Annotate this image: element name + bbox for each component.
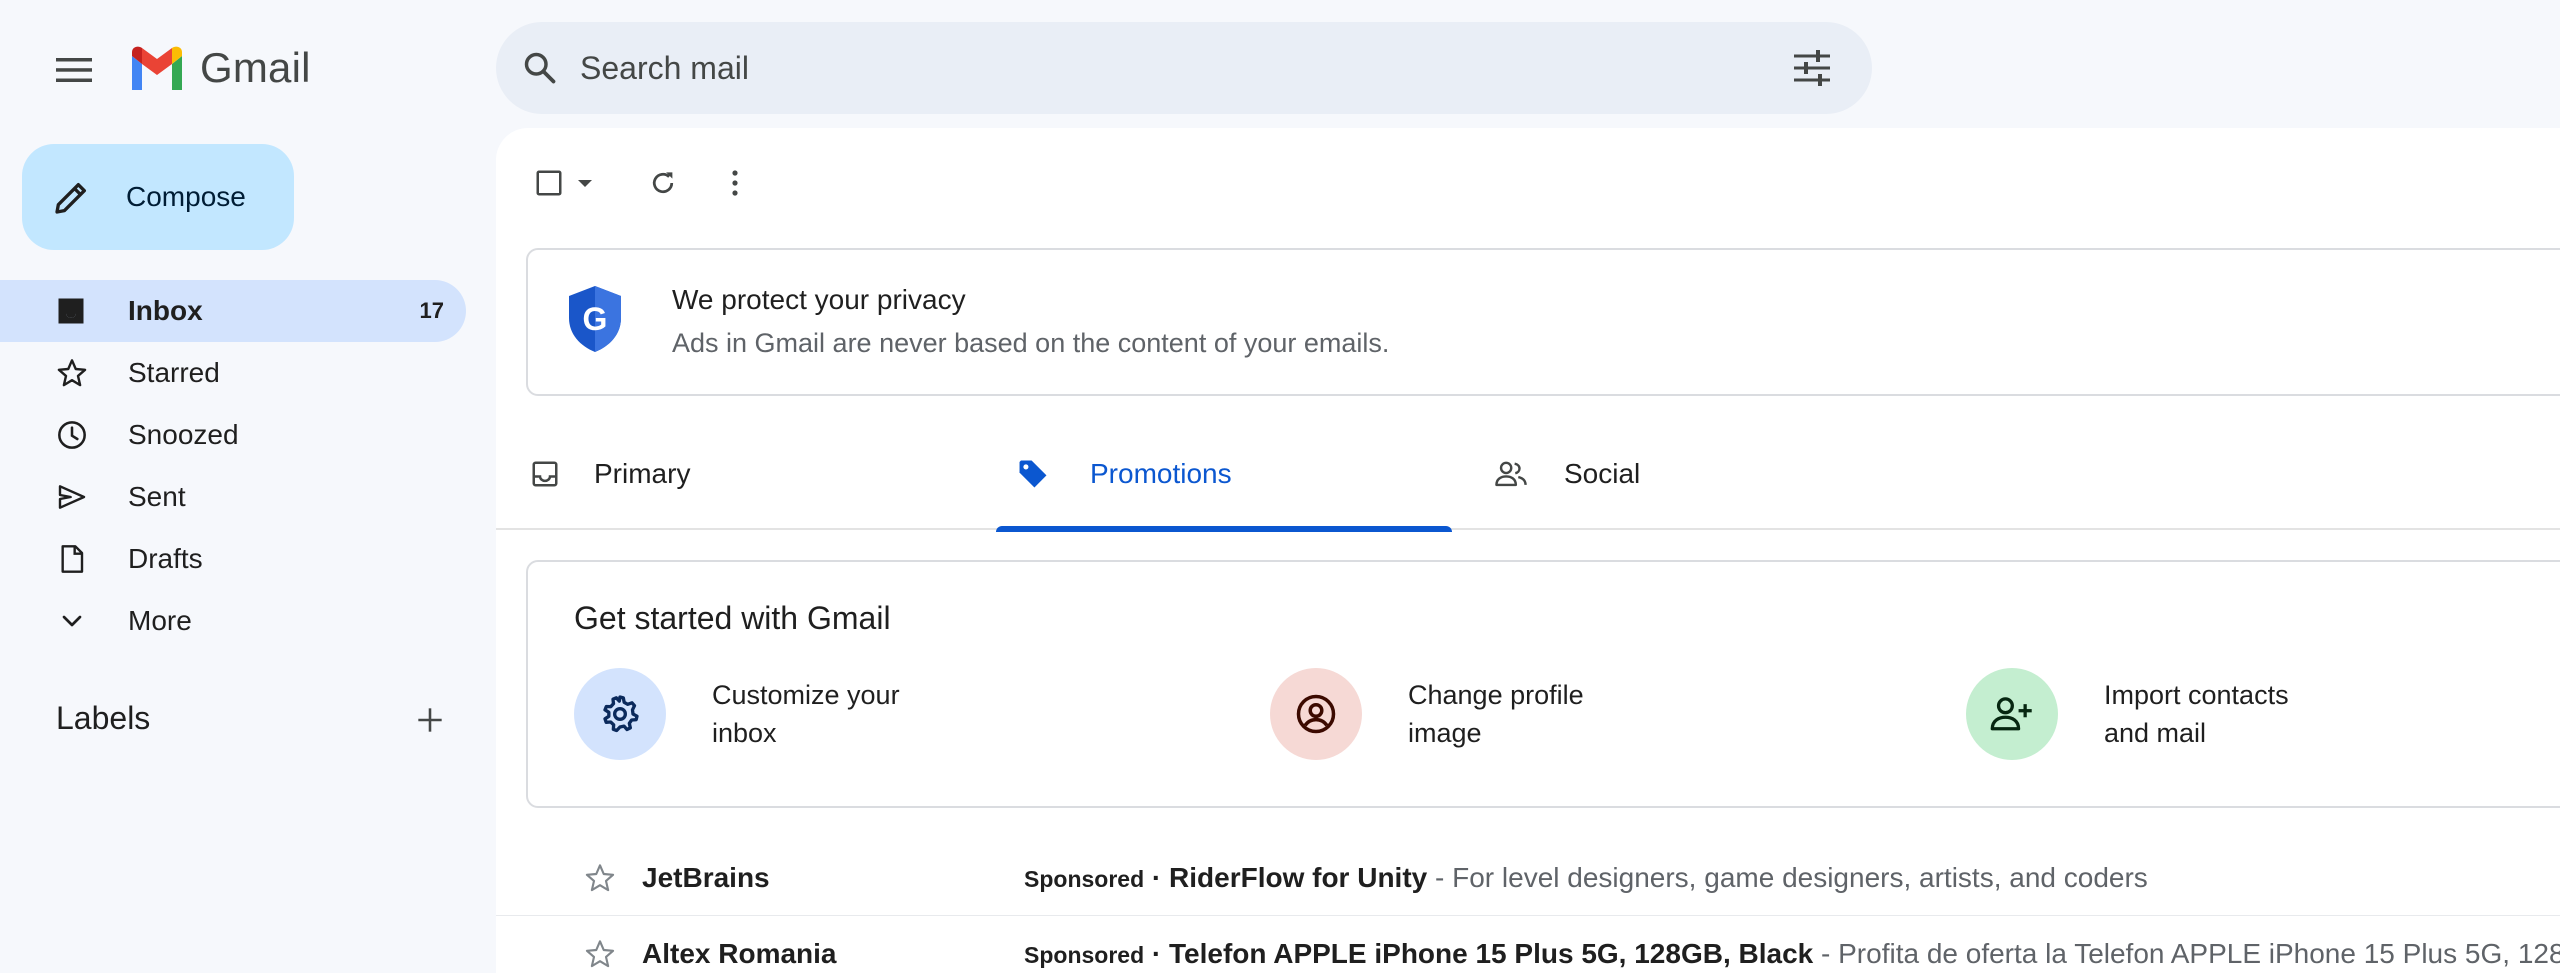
gs-item-label: Import contacts and mail xyxy=(2104,676,2344,752)
sidebar-item-snoozed[interactable]: Snoozed xyxy=(0,404,466,466)
person-add-icon xyxy=(1989,694,2035,734)
email-summary: Sponsored · Telefon APPLE iPhone 15 Plus… xyxy=(1024,938,2560,970)
main-menu-button[interactable] xyxy=(52,48,96,92)
tag-icon xyxy=(1016,457,1050,491)
sponsored-badge: Sponsored xyxy=(1024,865,1145,892)
search-options-icon[interactable] xyxy=(1792,50,1832,86)
category-tabs: Primary Promotions Social xyxy=(496,418,2560,532)
sidebar-item-label: Sent xyxy=(128,481,186,512)
email-snippet: - Profita de oferta la Telefon APPLE iPh… xyxy=(1821,937,2560,969)
pencil-icon xyxy=(52,177,92,217)
change-profile-image-badge xyxy=(1270,668,1362,760)
sidebar-item-label: Drafts xyxy=(128,543,203,574)
search-icon[interactable] xyxy=(522,50,558,86)
privacy-banner: G We protect your privacy Ads in Gmail a… xyxy=(526,248,2560,396)
import-contacts-item[interactable]: Import contacts and mail xyxy=(1966,668,2344,760)
active-tab-indicator xyxy=(996,526,1452,532)
menu-icon xyxy=(56,56,92,84)
select-all-checkbox[interactable] xyxy=(526,158,602,208)
tab-promotions[interactable]: Promotions xyxy=(996,418,1452,532)
star-icon xyxy=(56,357,88,389)
email-row[interactable]: JetBrains Sponsored · RiderFlow for Unit… xyxy=(496,840,2560,916)
account-circle-icon xyxy=(1295,693,1337,735)
gear-icon xyxy=(600,694,640,734)
sidebar-item-label: Inbox xyxy=(128,295,203,326)
get-started-title: Get started with Gmail xyxy=(574,600,891,636)
get-started-card: Get started with Gmail Customize your in… xyxy=(526,560,2560,808)
tab-label: Primary xyxy=(594,458,691,489)
send-icon xyxy=(56,481,88,513)
create-label-button[interactable] xyxy=(410,700,450,740)
sidebar-nav: Inbox 17 Starred Snoozed Sent Drafts Mor… xyxy=(0,280,466,652)
sidebar-item-label: Snoozed xyxy=(128,419,239,450)
compose-button[interactable]: Compose xyxy=(22,144,294,250)
gmail-logo[interactable]: Gmail xyxy=(128,40,311,96)
unread-count: 17 xyxy=(419,298,444,323)
mail-panel: G We protect your privacy Ads in Gmail a… xyxy=(496,128,2560,973)
compose-label: Compose xyxy=(126,181,246,212)
sidebar-item-label: Starred xyxy=(128,357,220,388)
gs-item-label: Customize your inbox xyxy=(712,676,952,752)
people-icon xyxy=(1494,459,1528,489)
inbox-icon xyxy=(530,459,560,489)
email-subject: Telefon APPLE iPhone 15 Plus 5G, 128GB, … xyxy=(1169,937,1814,969)
star-icon[interactable] xyxy=(584,938,616,970)
sidebar-item-drafts[interactable]: Drafts xyxy=(0,528,466,590)
email-sender: JetBrains xyxy=(642,861,770,893)
privacy-title: We protect your privacy xyxy=(672,284,966,315)
more-vert-icon xyxy=(730,168,740,198)
clock-icon xyxy=(56,419,88,451)
search-input[interactable] xyxy=(580,49,1792,87)
sidebar-item-starred[interactable]: Starred xyxy=(0,342,466,404)
customize-inbox-badge xyxy=(574,668,666,760)
gs-item-line2: image xyxy=(1408,718,1482,748)
sidebar-item-sent[interactable]: Sent xyxy=(0,466,466,528)
gs-item-line1: Customize your xyxy=(712,680,900,710)
privacy-subtitle: Ads in Gmail are never based on the cont… xyxy=(672,328,1390,358)
search-bar[interactable] xyxy=(496,22,1872,114)
inbox-icon xyxy=(56,296,86,326)
draft-icon xyxy=(56,543,88,575)
customize-inbox-item[interactable]: Customize your inbox xyxy=(574,668,952,760)
tab-label: Social xyxy=(1564,458,1641,489)
sidebar-item-inbox[interactable]: Inbox 17 xyxy=(0,280,466,342)
app-name: Gmail xyxy=(200,44,311,91)
more-options-button[interactable] xyxy=(710,158,760,208)
email-sender: Altex Romania xyxy=(642,937,837,969)
sponsored-badge: Sponsored xyxy=(1024,941,1145,968)
import-contacts-badge xyxy=(1966,668,2058,760)
refresh-icon xyxy=(648,168,678,198)
star-icon[interactable] xyxy=(584,862,616,894)
gs-item-line1: Change profile xyxy=(1408,680,1584,710)
gs-item-label: Change profile image xyxy=(1408,676,1648,752)
labels-heading: Labels xyxy=(56,700,151,736)
sidebar-item-more[interactable]: More xyxy=(0,590,466,652)
email-summary: Sponsored · RiderFlow for Unity - For le… xyxy=(1024,862,2148,894)
change-profile-image-item[interactable]: Change profile image xyxy=(1270,668,1648,760)
email-snippet: - For level designers, game designers, a… xyxy=(1427,861,2148,893)
svg-text:G: G xyxy=(583,301,608,337)
gs-item-line2: inbox xyxy=(712,718,777,748)
email-subject: RiderFlow for Unity xyxy=(1169,861,1428,893)
separator-dot: · xyxy=(1151,937,1170,969)
checkbox-icon xyxy=(534,168,564,198)
chevron-down-icon xyxy=(56,605,88,637)
caret-down-icon[interactable] xyxy=(576,177,594,189)
gs-item-line1: Import contacts xyxy=(2104,680,2289,710)
plus-icon xyxy=(416,706,444,734)
tab-social[interactable]: Social xyxy=(1476,418,1932,530)
tab-primary[interactable]: Primary xyxy=(496,418,952,530)
tab-label: Promotions xyxy=(1090,458,1232,489)
gs-item-line2: and mail xyxy=(2104,718,2207,748)
shield-icon: G xyxy=(566,284,624,354)
refresh-button[interactable] xyxy=(638,158,688,208)
separator-dot: · xyxy=(1151,861,1170,893)
gmail-m-icon xyxy=(128,46,186,90)
sidebar-item-label: More xyxy=(128,605,192,636)
email-row[interactable]: Altex Romania Sponsored · Telefon APPLE … xyxy=(496,916,2560,973)
